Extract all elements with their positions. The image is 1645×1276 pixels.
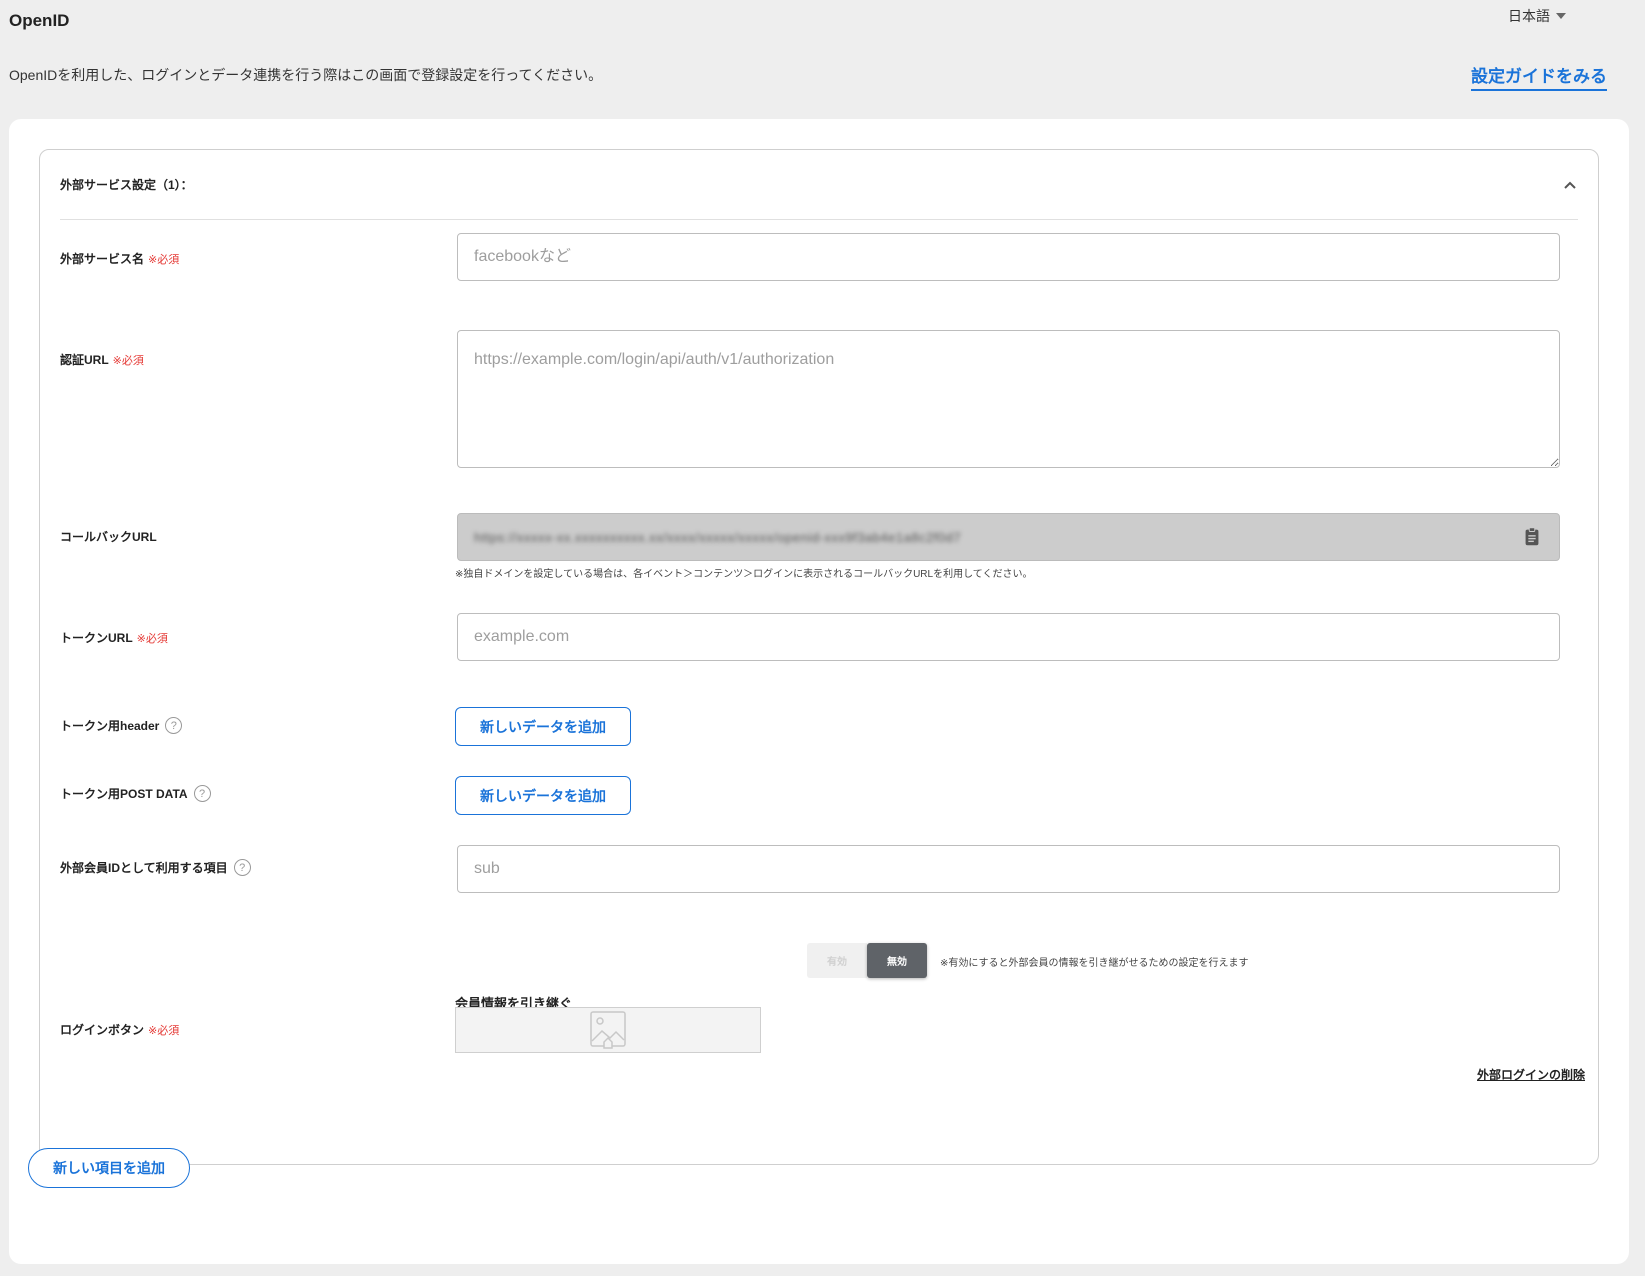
- external-id-label: 外部会員IDとして利用する項目 ?: [60, 859, 251, 876]
- add-new-item-button[interactable]: 新しい項目を追加: [28, 1148, 190, 1188]
- language-label: 日本語: [1508, 8, 1550, 24]
- token-header-label-text: トークン用header: [60, 719, 160, 733]
- language-selector[interactable]: 日本語: [1508, 6, 1566, 26]
- token-header-label: トークン用header ?: [60, 717, 183, 734]
- toggle-enable-option[interactable]: 有効: [807, 943, 867, 978]
- help-icon[interactable]: ?: [193, 785, 211, 802]
- add-token-header-button[interactable]: 新しいデータを追加: [455, 707, 631, 746]
- settings-card: 外部サービス設定（1）： 外部サービス名 ※必須 認証URL ※必須 コールバッ…: [9, 119, 1629, 1264]
- callback-url-label: コールバックURL: [60, 528, 157, 545]
- callback-url-label-text: コールバックURL: [60, 530, 157, 544]
- required-mark: ※必須: [112, 354, 144, 367]
- external-id-label-text: 外部会員IDとして利用する項目: [60, 861, 228, 875]
- page-description: OpenIDを利用した、ログインとデータ連携を行う際はこの画面で登録設定を行って…: [9, 67, 603, 83]
- delete-external-login-link[interactable]: 外部ログインの削除: [1477, 1066, 1585, 1083]
- section-header[interactable]: 外部サービス設定（1）：: [60, 150, 1578, 220]
- member-transfer-note: ※有効にすると外部会員の情報を引き継がせるための設定を行えます: [940, 958, 1249, 969]
- login-button-image-upload[interactable]: [455, 1007, 761, 1053]
- auth-url-label-text: 認証URL: [60, 353, 109, 367]
- help-icon[interactable]: ?: [165, 717, 183, 734]
- login-button-label: ログインボタン ※必須: [60, 1021, 179, 1038]
- auth-url-label: 認証URL ※必須: [60, 351, 144, 368]
- image-placeholder-icon: [590, 1011, 626, 1049]
- help-icon[interactable]: ?: [233, 859, 251, 876]
- required-mark: ※必須: [136, 632, 168, 645]
- auth-url-textarea[interactable]: [457, 330, 1560, 468]
- service-name-label-text: 外部サービス名: [60, 252, 145, 266]
- callback-url-field[interactable]: https://xxxxx-xx.xxxxxxxxxx.xx/xxxx/xxxx…: [457, 513, 1560, 561]
- token-url-input[interactable]: [457, 613, 1560, 661]
- chevron-up-icon[interactable]: [1562, 177, 1578, 193]
- service-name-input[interactable]: [457, 233, 1560, 281]
- external-service-section: 外部サービス設定（1）： 外部サービス名 ※必須 認証URL ※必須 コールバッ…: [39, 149, 1599, 1165]
- page-title: OpenID: [9, 11, 70, 30]
- token-post-label-text: トークン用POST DATA: [60, 787, 188, 801]
- external-id-input[interactable]: [457, 845, 1560, 893]
- token-url-label-text: トークンURL: [60, 631, 133, 645]
- callback-url-value: https://xxxxx-xx.xxxxxxxxxx.xx/xxxx/xxxx…: [474, 529, 962, 545]
- service-name-label: 外部サービス名 ※必須: [60, 250, 179, 267]
- setup-guide-link[interactable]: 設定ガイドをみる: [1471, 62, 1607, 91]
- section-title: 外部サービス設定（1）：: [60, 178, 193, 192]
- required-mark: ※必須: [148, 1024, 180, 1037]
- token-post-label: トークン用POST DATA ?: [60, 785, 211, 802]
- member-transfer-toggle[interactable]: 有効 無効: [807, 943, 927, 978]
- login-button-label-text: ログインボタン: [60, 1023, 145, 1037]
- caret-down-icon: [1556, 13, 1566, 19]
- token-url-label: トークンURL ※必須: [60, 629, 168, 646]
- toggle-disable-option[interactable]: 無効: [867, 943, 927, 978]
- clipboard-icon[interactable]: [1521, 526, 1543, 548]
- add-token-post-button[interactable]: 新しいデータを追加: [455, 776, 631, 815]
- callback-url-note: ※独自ドメインを設定している場合は、各イベント＞コンテンツ＞ログインに表示される…: [455, 569, 1033, 580]
- required-mark: ※必須: [148, 253, 180, 266]
